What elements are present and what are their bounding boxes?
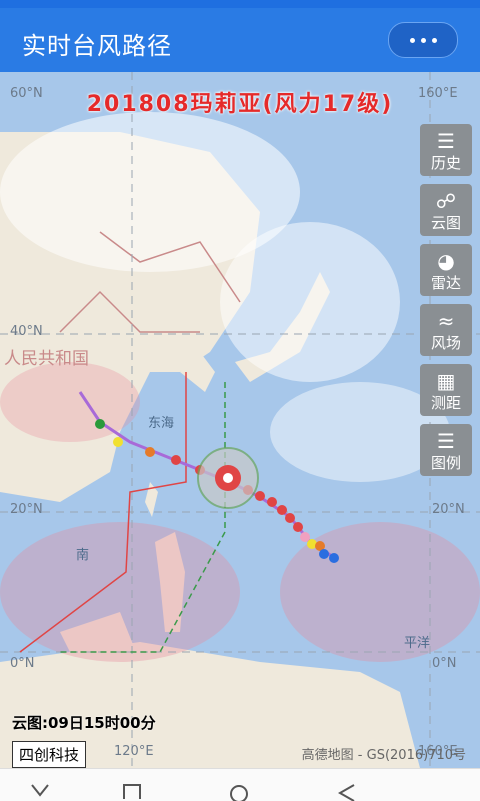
tool-label: 测距 — [430, 394, 461, 412]
lat-label: 0°N — [10, 656, 35, 671]
map-canvas — [0, 72, 480, 768]
typhoon-map[interactable]: 60°N 40°N 20°N 0°N 160°E 20°N 0°N 120°E … — [0, 72, 480, 768]
track-point — [285, 513, 295, 523]
ruler-icon: ▦ — [436, 369, 456, 393]
radar-icon: ◕ — [437, 249, 455, 273]
lon-label: 120°E — [114, 744, 154, 759]
lat-label: 20°N — [10, 502, 43, 517]
track-point — [255, 491, 265, 501]
tool-history-button[interactable]: ☰ 历史 — [420, 124, 472, 176]
lat-label: 20°N — [432, 502, 465, 517]
dot-icon — [431, 37, 437, 43]
app-title: 实时台风路径 — [22, 32, 172, 60]
nav-back-icon[interactable] — [336, 783, 356, 801]
tool-label: 雷达 — [430, 274, 461, 292]
place-label: 平洋 — [404, 636, 431, 651]
more-options-button[interactable] — [388, 22, 458, 58]
status-bar — [0, 0, 480, 8]
cloud-west — [0, 362, 140, 442]
list-icon: ☰ — [437, 429, 455, 453]
cloud-south — [0, 522, 240, 662]
storm-title: 201808玛莉亚(风力17级) — [86, 92, 394, 117]
tool-label: 图例 — [430, 454, 461, 472]
clipboard-icon: ☰ — [437, 129, 455, 153]
tool-label: 历史 — [430, 154, 461, 172]
tool-label: 云图 — [430, 214, 461, 232]
tool-radar-button[interactable]: ◕ 雷达 — [420, 244, 472, 296]
tool-legend-button[interactable]: ☰ 图例 — [420, 424, 472, 476]
cloud-time-label: 云图:09日15时00分 — [12, 714, 156, 732]
satellite-icon: ☍ — [435, 189, 457, 213]
track-point — [113, 437, 123, 447]
lat-label: 0°N — [432, 656, 457, 671]
map-credit: 高德地图 - GS(2016)710号 — [301, 748, 466, 763]
track-point — [95, 419, 105, 429]
tool-wind-button[interactable]: ≈ 风场 — [420, 304, 472, 356]
navigation-bar — [0, 768, 480, 801]
dot-icon — [420, 37, 426, 43]
nav-home-icon[interactable] — [228, 783, 250, 801]
wind-icon: ≈ — [437, 309, 455, 333]
track-point — [171, 455, 181, 465]
app-bar: 实时台风路径 — [0, 8, 480, 72]
dot-icon — [409, 37, 415, 43]
nav-recents-icon[interactable] — [122, 783, 142, 799]
cloud-japan — [220, 222, 400, 382]
place-label: 东海 — [148, 416, 175, 431]
tool-label: 风场 — [430, 334, 461, 352]
track-point — [145, 447, 155, 457]
tool-measure-button[interactable]: ▦ 测距 — [420, 364, 472, 416]
place-label: 南 — [76, 548, 90, 563]
place-label: 人民共和国 — [4, 349, 89, 369]
track-point — [293, 522, 303, 532]
track-point — [277, 505, 287, 515]
track-point — [267, 497, 277, 507]
track-point — [319, 549, 329, 559]
brand-tag: 四创科技 — [12, 741, 87, 768]
nav-down-icon[interactable] — [30, 783, 50, 797]
tool-cloud-button[interactable]: ☍ 云图 — [420, 184, 472, 236]
typhoon-eye — [223, 473, 233, 483]
lat-label: 40°N — [10, 324, 43, 339]
track-point — [329, 553, 339, 563]
